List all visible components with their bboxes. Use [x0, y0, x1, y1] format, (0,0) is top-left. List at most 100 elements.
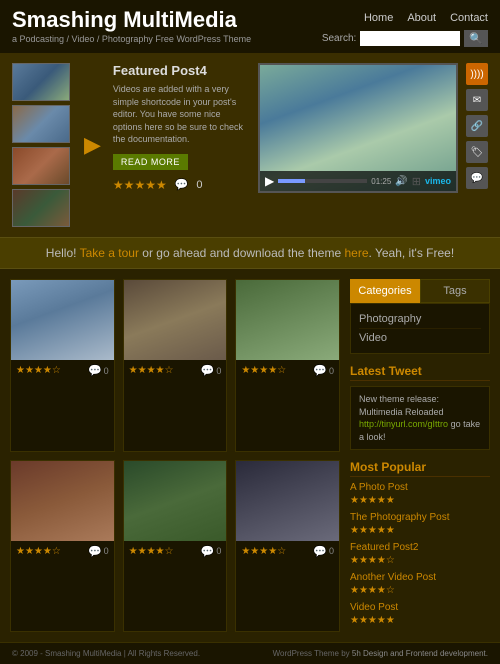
- promo-here-link[interactable]: here: [344, 246, 368, 260]
- post-image-4: [11, 461, 114, 541]
- post-comment-1: 💬 0: [88, 364, 109, 377]
- promo-text-before: Hello!: [46, 246, 80, 260]
- featured-post-desc: Videos are added with a very simple shor…: [113, 83, 244, 146]
- post-comment-3: 💬 0: [313, 364, 334, 377]
- post-card-5[interactable]: ★★★★☆ 💬 0: [123, 460, 228, 633]
- popular-title-4[interactable]: Video Post: [350, 602, 490, 613]
- post-card-1[interactable]: ★★★★☆ 💬 0: [10, 279, 115, 452]
- nav-home[interactable]: Home: [364, 12, 393, 24]
- comment-count-2: 0: [216, 366, 221, 376]
- tabs-area: Categories Tags PhotographyVideo: [350, 279, 490, 354]
- read-more-button[interactable]: READ MORE: [113, 154, 188, 170]
- category-item[interactable]: Photography: [359, 310, 481, 329]
- time-display: 01:25: [371, 177, 391, 186]
- post-stars-2: ★★★★☆: [129, 365, 174, 376]
- tab-categories[interactable]: Categories: [350, 279, 420, 303]
- tweet-link[interactable]: http://tinyurl.com/gIttro: [359, 419, 448, 429]
- post-footer-3: ★★★★☆ 💬 0: [236, 360, 339, 381]
- post-img-inner-3: [236, 280, 339, 360]
- featured-section: ▶ Featured Post4 Videos are added with a…: [0, 53, 500, 237]
- post-image-3: [236, 280, 339, 360]
- footer-right: WordPress Theme by 5h Design and Fronten…: [273, 649, 488, 658]
- post-card-6[interactable]: ★★★★☆ 💬 0: [235, 460, 340, 633]
- post-stars-6: ★★★★☆: [241, 546, 286, 557]
- nav-about[interactable]: About: [407, 12, 436, 24]
- post-stars-1: ★★★★☆: [16, 365, 61, 376]
- progress-fill: [278, 179, 305, 183]
- most-popular-title: Most Popular: [350, 460, 490, 477]
- link-icon[interactable]: 🔗: [466, 115, 488, 137]
- featured-thumb-4[interactable]: [12, 189, 70, 227]
- post-footer-1: ★★★★☆ 💬 0: [11, 360, 114, 381]
- promo-text-after: . Yeah, it's Free!: [369, 246, 455, 260]
- tab-content: PhotographyVideo: [350, 303, 490, 354]
- popular-title-0[interactable]: A Photo Post: [350, 482, 490, 493]
- mail-icon[interactable]: ✉: [466, 89, 488, 111]
- tag-icon[interactable]: 🏷: [466, 141, 488, 163]
- popular-title-3[interactable]: Another Video Post: [350, 572, 490, 583]
- featured-thumb-2[interactable]: [12, 105, 70, 143]
- popular-item-2: Featured Post2 ★★★★☆: [350, 542, 490, 566]
- promo-tour-link[interactable]: Take a tour: [80, 246, 139, 260]
- tweet-text: New theme release: Multimedia Reloaded: [359, 394, 444, 417]
- featured-thumb-3[interactable]: [12, 147, 70, 185]
- footer-link[interactable]: 5h Design and Frontend development.: [352, 649, 488, 658]
- post-stars-3: ★★★★☆: [241, 365, 286, 376]
- popular-stars-4: ★★★★★: [350, 615, 490, 626]
- popular-stars-3: ★★★★☆: [350, 585, 490, 596]
- play-button[interactable]: ▶: [265, 174, 274, 188]
- featured-comment-count: 0: [196, 179, 202, 191]
- post-footer-4: ★★★★☆ 💬 0: [11, 541, 114, 562]
- post-comment-2: 💬 0: [201, 364, 222, 377]
- featured-stars: ★★★★★: [113, 178, 167, 192]
- category-item[interactable]: Video: [359, 329, 481, 347]
- site-title-area: Smashing MultiMedia a Podcasting / Video…: [12, 8, 251, 44]
- post-image-1: [11, 280, 114, 360]
- post-image-5: [124, 461, 227, 541]
- post-card-4[interactable]: ★★★★☆ 💬 0: [10, 460, 115, 633]
- video-player[interactable]: ▶ 01:25 🔊 ⊞ vimeo: [258, 63, 458, 193]
- comment-bubble-5: 💬: [201, 545, 215, 558]
- comment-count-1: 0: [104, 366, 109, 376]
- post-img-inner-1: [11, 280, 114, 360]
- popular-title-2[interactable]: Featured Post2: [350, 542, 490, 553]
- site-title: Smashing MultiMedia: [12, 8, 251, 32]
- comment-bubble-1: 💬: [88, 364, 102, 377]
- post-stars-4: ★★★★☆: [16, 546, 61, 557]
- post-comment-5: 💬 0: [201, 545, 222, 558]
- posts-grid: ★★★★☆ 💬 0 ★★★★☆ 💬 0 ★★★★☆ 💬 0: [10, 279, 340, 632]
- post-comment-6: 💬 0: [313, 545, 334, 558]
- latest-tweet-section: Latest Tweet New theme release: Multimed…: [350, 364, 490, 450]
- popular-stars-2: ★★★★☆: [350, 555, 490, 566]
- header-right: Home About Contact Search: 🔍: [322, 8, 488, 47]
- popular-item-3: Another Video Post ★★★★☆: [350, 572, 490, 596]
- popular-item-4: Video Post ★★★★★: [350, 602, 490, 626]
- comment-bubble-4: 💬: [88, 545, 102, 558]
- rss-icon[interactable]: )))): [466, 63, 488, 85]
- popular-title-1[interactable]: The Photography Post: [350, 512, 490, 523]
- post-comment-4: 💬 0: [88, 545, 109, 558]
- most-popular-section: Most Popular A Photo Post ★★★★★ The Phot…: [350, 460, 490, 626]
- volume-icon[interactable]: 🔊: [395, 176, 407, 187]
- featured-thumb-1[interactable]: [12, 63, 70, 101]
- post-card-2[interactable]: ★★★★☆ 💬 0: [123, 279, 228, 452]
- featured-meta: ★★★★★ 💬 0: [113, 178, 244, 192]
- tab-tags[interactable]: Tags: [420, 279, 490, 303]
- search-input[interactable]: [360, 31, 460, 46]
- bubble-icon[interactable]: 💬: [466, 167, 488, 189]
- featured-text: Featured Post4 Videos are added with a v…: [113, 63, 248, 227]
- sidebar-icons: )))) ✉ 🔗 🏷 💬: [466, 63, 488, 227]
- tweet-box: New theme release: Multimedia Reloaded h…: [350, 386, 490, 450]
- comment-count-6: 0: [329, 546, 334, 556]
- nav-contact[interactable]: Contact: [450, 12, 488, 24]
- post-footer-6: ★★★★☆ 💬 0: [236, 541, 339, 562]
- post-stars-5: ★★★★☆: [129, 546, 174, 557]
- tab-bar: Categories Tags: [350, 279, 490, 303]
- comment-bubble-3: 💬: [313, 364, 327, 377]
- search-button[interactable]: 🔍: [464, 30, 488, 47]
- video-controls: ▶ 01:25 🔊 ⊞ vimeo: [260, 171, 456, 191]
- footer: © 2009 - Smashing MultiMedia | All Right…: [0, 642, 500, 664]
- featured-video: ▶ 01:25 🔊 ⊞ vimeo: [258, 63, 458, 227]
- post-card-3[interactable]: ★★★★☆ 💬 0: [235, 279, 340, 452]
- progress-bar[interactable]: [278, 179, 367, 183]
